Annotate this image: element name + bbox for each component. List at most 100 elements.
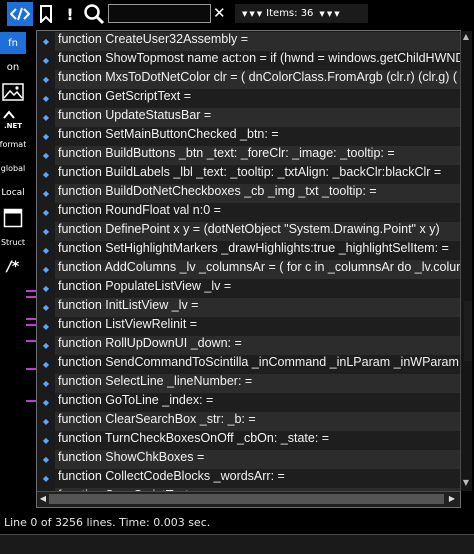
function-icon: ◆ [42, 455, 50, 464]
search-input[interactable] [108, 4, 211, 23]
scroll-up-icon[interactable]: ▲ [460, 31, 472, 43]
function-icon: ◆ [42, 113, 50, 122]
list-item[interactable]: ◆ function MxsToDotNetColor clr = ( dnCol… [37, 70, 460, 89]
function-signature: function InitListView _lv = [55, 298, 460, 317]
list-item[interactable]: ◆ function GoToLine _index: = [37, 393, 460, 412]
list-item[interactable]: ◆ function UpdateStatusBar = [37, 108, 460, 127]
vertical-scrollbar[interactable] [460, 31, 472, 491]
window-icon [3, 208, 23, 228]
function-icon: ◆ [42, 341, 50, 350]
list-item[interactable]: ◆ function SetHighlightMarkers _drawHighl… [37, 241, 460, 260]
sidebar-item-label: Struct [0, 237, 26, 247]
sidebar-item-dotnet[interactable]: .NET [0, 108, 26, 132]
list-item[interactable]: ◆ function TurnCheckBoxesOnOff _cbOn: _st… [37, 431, 460, 450]
vertical-scroll-thumb[interactable] [464, 301, 472, 361]
list-item[interactable]: ◆ function BuildLabels _lbl _text: _toolt… [37, 165, 460, 184]
function-signature: function CollectCodeBlocks _wordsArr: = [55, 469, 460, 488]
list-item[interactable]: ◆ function InitListView _lv = [37, 298, 460, 317]
function-icon: ◆ [42, 379, 50, 388]
chevron-down-icon: ▼ [242, 9, 248, 18]
search-button[interactable] [82, 2, 106, 26]
list-item[interactable]: ◆ function RoundFloat val n:0 = [37, 203, 460, 222]
chevron-down-icon: ▼ [256, 9, 263, 18]
list-item[interactable]: ◆ function ClearSearchBox _str: _b: = [37, 412, 460, 431]
list-item[interactable]: ◆ function BuildButtons _btn _text: _fore… [37, 146, 460, 165]
bookmark-icon [40, 5, 52, 23]
search-icon [84, 4, 105, 25]
function-signature: function SetMainButtonChecked _btn: = [55, 127, 460, 146]
sidebar-item-local[interactable]: Local [0, 184, 26, 202]
function-icon: ◆ [42, 94, 50, 103]
sidebar-item-image[interactable] [0, 80, 26, 104]
list-item[interactable]: ◆ function CreateUser32Assembly = [37, 32, 460, 51]
function-icon: ◆ [42, 265, 50, 274]
chevron-down-icon: ▼ [319, 9, 325, 18]
list-item[interactable]: ◆ function ShowTopmost name act:on = if (… [37, 51, 460, 70]
sidebar-item-label: Local [1, 188, 25, 198]
function-signature: function SelectLine _lineNumber: = [55, 374, 460, 393]
close-icon: ✕ [213, 4, 226, 22]
sidebar-item-label: fn [8, 37, 18, 49]
function-signature: function RollUpDownUI _down: = [55, 336, 460, 355]
items-filter-dropdown[interactable]: ▼ ▼ ▼ Items: 36 ▼ ▼ ▼ [235, 4, 368, 23]
list-item[interactable]: ◆ function ListViewRelinit = [37, 317, 460, 336]
function-icon: ◆ [42, 417, 50, 426]
sidebar-item-window[interactable] [0, 206, 26, 230]
function-icon: ◆ [42, 398, 50, 407]
function-signature: function AddColumns _lv _columnsAr = ( f… [55, 260, 460, 279]
chevron-down-icon: ▼ [334, 9, 340, 18]
clear-search-button[interactable]: ✕ [213, 3, 227, 23]
code-view-button[interactable] [7, 2, 33, 26]
function-list-popup: ◆ function CreateUser32Assembly = ◆ functio… [36, 30, 472, 508]
exclamation-icon: ! [66, 4, 74, 24]
list-item[interactable]: ◆ function ShowChkBoxes = [37, 450, 460, 469]
function-icon: ◆ [42, 474, 50, 483]
bookmark-button[interactable] [35, 2, 57, 26]
list-item[interactable]: ◆ function GetScriptText = [37, 89, 460, 108]
function-icon: ◆ [42, 246, 50, 255]
sidebar-item-fn[interactable]: fn [0, 32, 26, 54]
list-item[interactable]: ◆ function CollectCodeBlocks _wordsArr: = [37, 469, 460, 488]
list-item[interactable]: ◆ function DefinePoint x y = (dotNetObjec… [37, 222, 460, 241]
function-icon: ◆ [42, 151, 50, 160]
editor-marker-ticks [26, 290, 36, 402]
function-icon: ◆ [42, 360, 50, 369]
scroll-down-icon[interactable]: ▼ [460, 477, 472, 489]
scroll-right-icon[interactable]: ▶ [446, 492, 458, 506]
sidebar-item-comment[interactable]: /* [0, 256, 26, 278]
list-item[interactable]: ◆ function RollUpDownUI _down: = [37, 336, 460, 355]
function-signature: function BuildDotNetCheckboxes _cb _img … [55, 184, 460, 203]
list-item[interactable]: ◆ function SelectLine _lineNumber: = [37, 374, 460, 393]
function-icon: ◆ [42, 37, 50, 46]
items-count-label: Items: 36 [266, 8, 314, 19]
sidebar-item-label: global [0, 163, 26, 173]
list-item[interactable]: ◆ function SendCommandToScintilla _inComm… [37, 355, 460, 374]
function-signature: function RoundFloat val n:0 = [55, 203, 460, 222]
function-signature: function BuildLabels _lbl _text: _toolti… [55, 165, 460, 184]
list-item[interactable]: ◆ function PopulateListView _lv = [37, 279, 460, 298]
scroll-left-icon[interactable]: ◀ [37, 492, 49, 506]
editor-background [26, 28, 36, 508]
list-item[interactable]: ◆ function BuildDotNetCheckboxes _cb _img… [37, 184, 460, 203]
function-signature: function DefinePoint x y = (dotNetObject… [55, 222, 460, 241]
function-signature: function ShowChkBoxes = [55, 450, 460, 469]
function-signature: function GoToLine _index: = [55, 393, 460, 412]
function-icon: ◆ [42, 436, 50, 445]
command-input[interactable] [0, 534, 474, 554]
list-item[interactable]: ◆ function AddColumns _lv _columnsAr = ( … [37, 260, 460, 279]
status-text: Line 0 of 3256 lines. Time: 0.003 sec. [4, 516, 211, 529]
horizontal-scroll-thumb[interactable] [49, 494, 444, 504]
function-icon: ◆ [42, 322, 50, 331]
sidebar-item-on[interactable]: on [0, 58, 26, 76]
function-icon: ◆ [42, 170, 50, 179]
function-list: ◆ function CreateUser32Assembly = ◆ functio… [37, 31, 460, 491]
sidebar-item-struct[interactable]: Struct [0, 234, 26, 250]
function-icon: ◆ [42, 303, 50, 312]
list-item[interactable]: ◆ function SetMainButtonChecked _btn: = [37, 127, 460, 146]
function-icon: ◆ [42, 75, 50, 84]
function-signature: function TurnCheckBoxesOnOff _cbOn: _sta… [55, 431, 460, 450]
sidebar-item-global[interactable]: global [0, 160, 26, 176]
function-signature: function MxsToDotNetColor clr = ( dnColo… [55, 70, 460, 89]
alert-button[interactable]: ! [60, 2, 80, 26]
sidebar-item-format[interactable]: format [0, 136, 26, 152]
